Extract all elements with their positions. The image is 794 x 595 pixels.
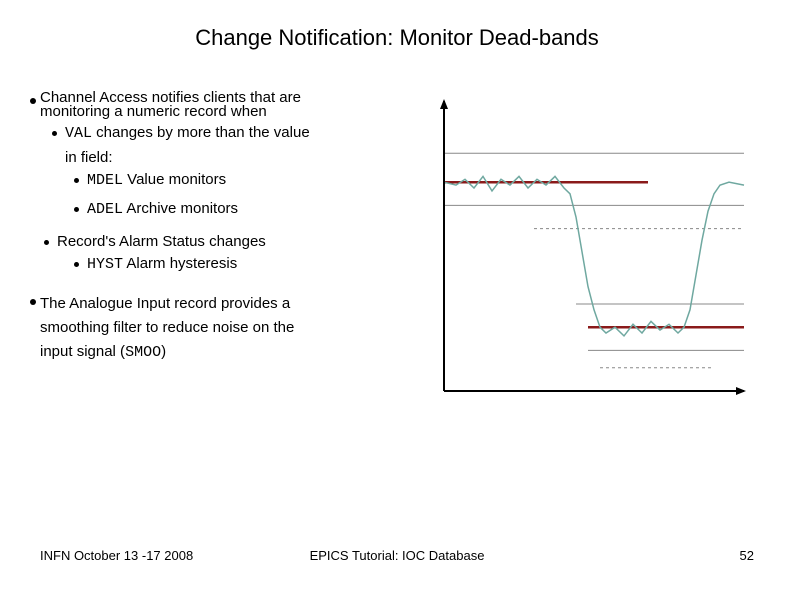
text-line: Archive monitors: [123, 200, 238, 217]
bullet-adel: ADEL Archive monitors: [74, 200, 394, 219]
bullet-icon: [74, 207, 79, 212]
content-area: Channel Access notifies clients that are…: [30, 91, 764, 411]
bullet-alarm: Record's Alarm Status changes: [44, 233, 394, 251]
text-line: The Analogue Input record provides a: [40, 295, 290, 312]
text-line: Value monitors: [123, 171, 226, 188]
text-line: in field:: [65, 149, 310, 167]
text-line: ): [161, 343, 166, 360]
footer-center: EPICS Tutorial: IOC Database: [310, 548, 485, 563]
footer-left: INFN October 13 -17 2008: [40, 548, 193, 563]
bullet-icon: [74, 262, 79, 267]
bullet-icon: [30, 98, 36, 104]
text-line: Record's Alarm Status changes: [57, 233, 266, 251]
text-line: monitoring a numeric record when: [40, 103, 267, 120]
footer: INFN October 13 -17 2008 EPICS Tutorial:…: [0, 548, 794, 563]
code-adel: ADEL: [87, 201, 123, 218]
text-line: input signal (: [40, 343, 125, 360]
chart-column: [414, 91, 764, 411]
bullet-icon: [44, 240, 49, 245]
code-val: VAL: [65, 125, 92, 142]
bullet-icon: [52, 131, 57, 136]
deadband-chart: [414, 91, 764, 411]
bullet-icon: [74, 178, 79, 183]
text-column: Channel Access notifies clients that are…: [30, 91, 394, 411]
footer-right: 52: [740, 548, 754, 563]
bullet-top: Channel Access notifies clients that are…: [30, 91, 394, 120]
bullet-val: VAL changes by more than the value in fi…: [52, 124, 394, 167]
code-mdel: MDEL: [87, 172, 123, 189]
text-line: changes by more than the value: [92, 124, 310, 141]
text-line: smoothing filter to reduce noise on the: [40, 319, 294, 336]
bullet-icon: [30, 299, 36, 305]
code-hyst: HYST: [87, 256, 123, 273]
bullet-mdel: MDEL Value monitors: [74, 171, 394, 190]
text-line: Alarm hysteresis: [123, 255, 237, 272]
page-title: Change Notification: Monitor Dead-bands: [30, 25, 764, 51]
code-smoo: SMOO: [125, 344, 161, 361]
bullet-para2: The Analogue Input record provides a smo…: [30, 292, 394, 365]
bullet-hyst: HYST Alarm hysteresis: [74, 255, 394, 274]
